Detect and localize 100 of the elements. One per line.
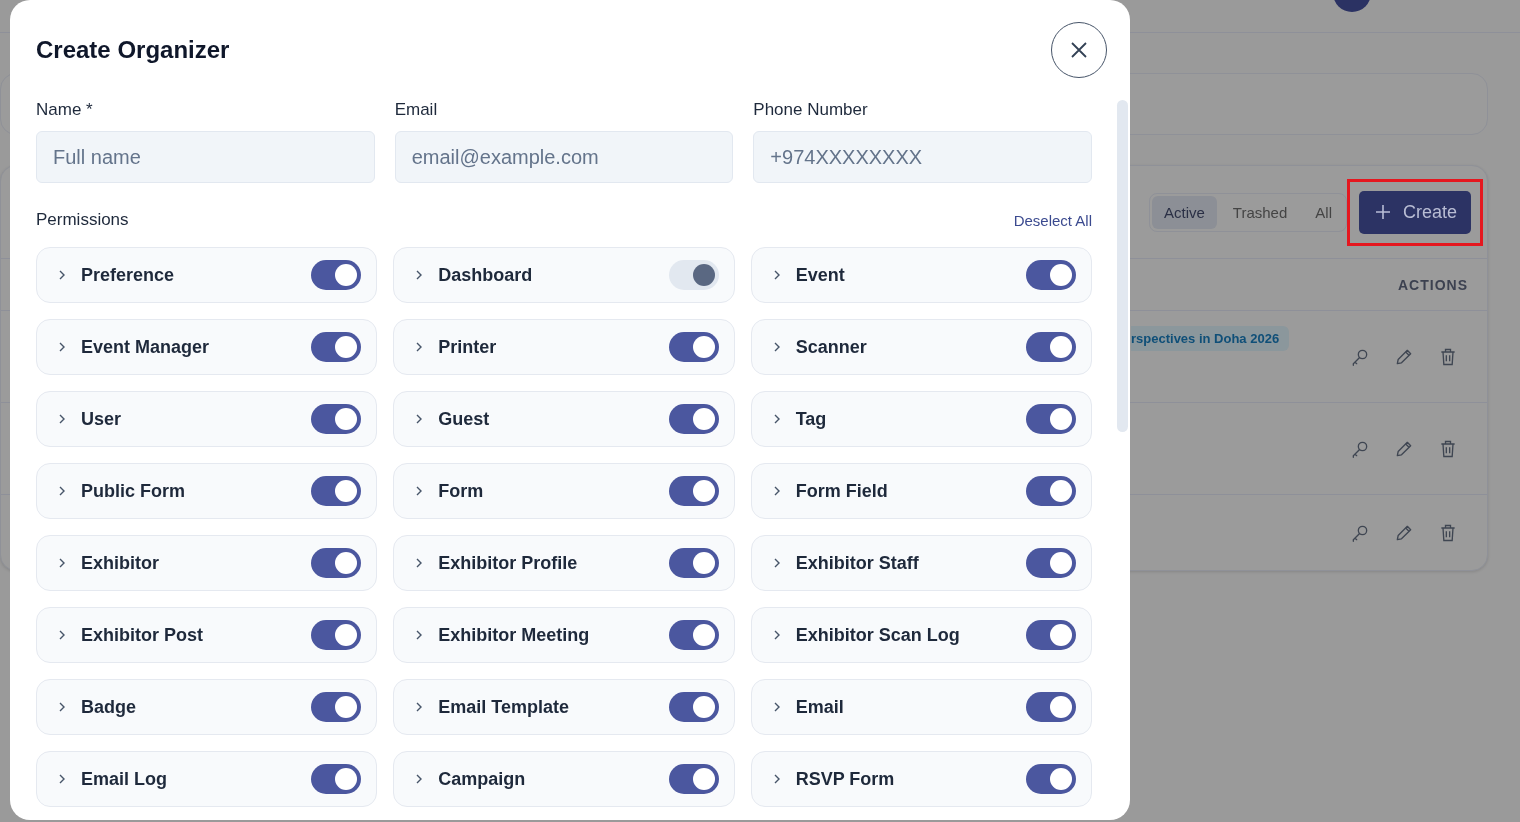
permission-card[interactable]: Guest: [393, 391, 735, 447]
toggle-switch[interactable]: [311, 332, 362, 362]
toggle-switch[interactable]: [1026, 764, 1076, 794]
key-icon[interactable]: [1350, 523, 1370, 543]
event-badge: rspectives in Doha 2026: [1131, 326, 1290, 351]
column-header: ACTIONS: [1398, 276, 1468, 293]
permission-name: RSVP Form: [795, 768, 896, 790]
status-tab[interactable]: Active: [1151, 195, 1217, 229]
permission-name: Email: [795, 696, 845, 718]
toggle-switch[interactable]: [311, 620, 362, 650]
chevron-icon[interactable]: [57, 557, 67, 569]
permission-card[interactable]: Exhibitor Profile: [393, 535, 735, 591]
permission-card[interactable]: Public Form: [36, 463, 378, 519]
toggle-switch[interactable]: [1026, 476, 1076, 506]
permission-card[interactable]: Email: [750, 679, 1092, 735]
status-tab[interactable]: All: [1303, 195, 1344, 229]
permission-name: Tag: [795, 408, 828, 430]
toggle-switch[interactable]: [668, 476, 719, 506]
chevron-icon[interactable]: [57, 269, 67, 281]
toggle-switch[interactable]: [311, 404, 362, 434]
trash-icon[interactable]: [1438, 523, 1458, 543]
permission-card[interactable]: Badge: [36, 679, 378, 735]
permission-name: Scanner: [795, 336, 868, 358]
permission-name: Event: [795, 264, 846, 286]
permission-name: Preference: [81, 264, 176, 286]
permission-name: Event Manager: [81, 336, 211, 358]
permission-card[interactable]: Exhibitor Scan Log: [750, 607, 1092, 663]
permission-name: Printer: [438, 336, 498, 358]
permission-card[interactable]: Event Manager: [36, 319, 378, 375]
permission-card[interactable]: Event: [750, 247, 1092, 303]
toggle-switch[interactable]: [668, 620, 719, 650]
chevron-icon[interactable]: [57, 701, 67, 713]
toggle-switch[interactable]: [311, 476, 362, 506]
chevron-icon[interactable]: [57, 413, 67, 425]
permission-card[interactable]: Scanner: [750, 319, 1092, 375]
close-button[interactable]: [1051, 22, 1107, 78]
chevron-icon[interactable]: [57, 629, 67, 641]
permission-card[interactable]: Exhibitor Staff: [750, 535, 1092, 591]
permission-card[interactable]: Printer: [393, 319, 735, 375]
permission-name: Badge: [81, 696, 137, 718]
toggle-switch[interactable]: [311, 548, 362, 578]
permission-card[interactable]: RSVP Form: [750, 751, 1092, 807]
plus-icon: [1374, 204, 1391, 220]
toggle-switch[interactable]: [1026, 620, 1076, 650]
toggle-switch[interactable]: [311, 692, 362, 722]
chevron-icon[interactable]: [57, 773, 67, 785]
permission-card[interactable]: Exhibitor Post: [36, 607, 378, 663]
permission-name: User: [81, 408, 123, 430]
deselect-all-link[interactable]: Deselect All: [1013, 211, 1092, 229]
toggle-switch[interactable]: [1026, 332, 1076, 362]
field-label: Email: [394, 100, 439, 120]
permission-name: Campaign: [438, 768, 527, 790]
permission-card[interactable]: Campaign: [393, 751, 735, 807]
toggle-switch[interactable]: [1026, 404, 1076, 434]
chevron-icon[interactable]: [57, 341, 67, 353]
permission-name: Exhibitor Staff: [795, 552, 920, 574]
permission-card[interactable]: Exhibitor Meeting: [393, 607, 735, 663]
input-field[interactable]: Full name: [36, 131, 375, 183]
permission-card[interactable]: Email Template: [393, 679, 735, 735]
permission-name: Exhibitor: [81, 552, 160, 574]
create-button[interactable]: Create: [1358, 190, 1471, 234]
trash-icon[interactable]: [1438, 438, 1458, 459]
close-icon: [1069, 40, 1089, 60]
permission-name: Email Template: [438, 696, 571, 718]
permission-name: Exhibitor Post: [81, 624, 204, 646]
toggle-switch[interactable]: [668, 332, 719, 362]
permission-card[interactable]: Tag: [750, 391, 1092, 447]
scrollbar[interactable]: [1117, 100, 1128, 432]
toggle-switch[interactable]: [1026, 692, 1076, 722]
permission-name: Email Log: [81, 768, 168, 790]
toggle-switch[interactable]: [668, 692, 719, 722]
field-label: Phone Number: [753, 100, 869, 120]
trash-icon[interactable]: [1438, 346, 1458, 367]
permission-name: Dashboard: [438, 264, 534, 286]
permission-card[interactable]: User: [36, 391, 378, 447]
toggle-switch[interactable]: [668, 404, 719, 434]
permission-card[interactable]: Exhibitor: [36, 535, 378, 591]
toggle-switch[interactable]: [1026, 548, 1076, 578]
pencil-icon[interactable]: [1394, 523, 1414, 543]
permission-card[interactable]: Preference: [36, 247, 378, 303]
permission-card[interactable]: Form Field: [750, 463, 1092, 519]
input-field[interactable]: +974XXXXXXXX: [753, 131, 1092, 183]
permission-name: Exhibitor Profile: [438, 552, 579, 574]
input-field[interactable]: email@example.com: [394, 131, 734, 183]
permission-card[interactable]: Email Log: [36, 751, 378, 807]
permission-name: Guest: [438, 408, 491, 430]
dialog-title: Create Organizer: [36, 36, 230, 64]
toggle-switch[interactable]: [311, 764, 362, 794]
permission-name: Exhibitor Meeting: [438, 624, 591, 646]
permission-name: Exhibitor Scan Log: [795, 624, 961, 646]
toggle-switch[interactable]: [668, 548, 719, 578]
status-tab[interactable]: Trashed: [1220, 195, 1300, 229]
permission-name: Form Field: [795, 480, 889, 502]
toggle-switch[interactable]: [1026, 260, 1076, 290]
toggle-switch[interactable]: [311, 260, 362, 290]
chevron-icon[interactable]: [57, 485, 67, 497]
section-label: Permissions: [36, 210, 129, 230]
permission-name: Form: [438, 480, 485, 502]
permission-card[interactable]: Form: [393, 463, 735, 519]
toggle-switch[interactable]: [668, 764, 719, 794]
